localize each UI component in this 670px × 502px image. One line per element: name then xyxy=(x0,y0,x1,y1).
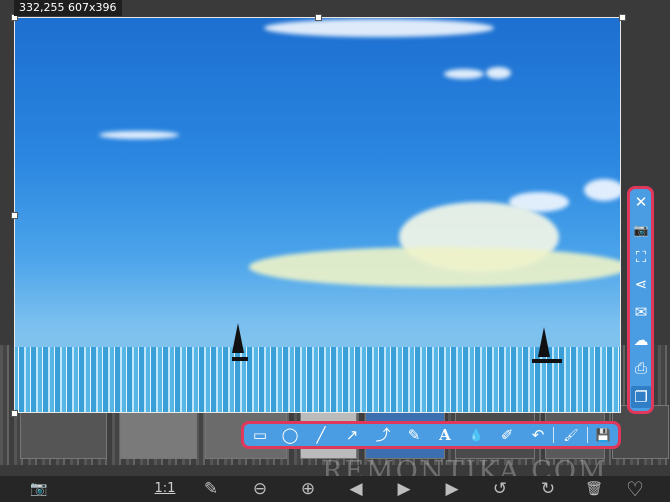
marker-icon: ✐ xyxy=(500,426,514,444)
floppy-icon: 💾 xyxy=(595,428,611,442)
viewer-bottom-bar: 📷 1:1 ✎ ⊖ ⊕ ◀ ▶ ▶ ↺ ↻ 🗑 ♡ xyxy=(0,476,670,502)
arrow-tool[interactable]: ↗ xyxy=(341,425,363,445)
cloud-upload-icon: ☁ xyxy=(633,331,649,349)
pencil-tool[interactable]: ✎ xyxy=(403,425,425,445)
resize-handle-top[interactable] xyxy=(315,14,322,21)
heart-icon: ♡ xyxy=(626,477,644,501)
curve-arrow-tool[interactable]: ⤴ xyxy=(372,425,394,445)
close-icon: ✕ xyxy=(634,193,648,211)
save-button[interactable]: 💾 xyxy=(592,425,614,445)
line-tool[interactable]: ╱ xyxy=(310,425,332,445)
curve-arrow-icon: ⤴ xyxy=(375,426,391,444)
text-tool[interactable]: A xyxy=(434,425,456,445)
zoom-in-icon: ⊕ xyxy=(300,479,316,499)
selection-frame xyxy=(14,17,621,413)
upload-button[interactable]: ☁ xyxy=(631,329,651,351)
resize-handle-left[interactable] xyxy=(11,212,18,219)
favorite-button[interactable]: ♡ xyxy=(622,478,648,500)
slideshow-icon: ▶ xyxy=(397,479,411,499)
resize-handle-top-right[interactable] xyxy=(619,14,626,21)
edit-button[interactable]: ✎ xyxy=(200,478,222,500)
blur-tool[interactable]: 💧 xyxy=(465,425,487,445)
camera-button[interactable]: 📷 xyxy=(631,219,651,241)
camera-icon: 📷 xyxy=(633,223,649,237)
undo-icon: ↶ xyxy=(531,426,545,444)
printer-icon: ⎙ xyxy=(634,359,647,377)
crop-button[interactable]: ⛶ xyxy=(631,246,651,268)
rectangle-icon: ▭ xyxy=(252,426,268,444)
action-toolbar: ✕ 📷 ⛶ ⋖ ✉ ☁ ⎙ ❐ xyxy=(627,186,654,414)
toolbar-divider xyxy=(553,427,554,443)
screenshot-button[interactable]: 📷 xyxy=(28,478,50,500)
copy-button[interactable]: ❐ xyxy=(631,386,651,408)
rotate-left-icon: ↺ xyxy=(492,479,508,499)
rotate-right-icon: ↻ xyxy=(540,479,556,499)
close-button[interactable]: ✕ xyxy=(631,191,651,213)
previous-button[interactable]: ◀ xyxy=(345,478,367,500)
thumbnail xyxy=(120,405,197,459)
ellipse-tool[interactable]: ◯ xyxy=(279,425,301,445)
drawing-toolbar: ▭ ◯ ╱ ↗ ⤴ ✎ A 💧 ✐ ↶ 🖌 💾 xyxy=(241,421,621,449)
slideshow-button[interactable]: ▶ xyxy=(393,478,415,500)
toolbar-divider xyxy=(587,427,588,443)
thumbnail xyxy=(20,405,107,459)
text-icon: A xyxy=(439,426,451,444)
pencil-icon: ✎ xyxy=(407,426,421,444)
line-icon: ╱ xyxy=(316,426,326,444)
next-button[interactable]: ▶ xyxy=(441,478,463,500)
share-button[interactable]: ⋖ xyxy=(631,273,651,295)
previous-icon: ◀ xyxy=(349,479,363,499)
rectangle-tool[interactable]: ▭ xyxy=(249,425,271,445)
rotate-left-button[interactable]: ↺ xyxy=(489,478,511,500)
undo-button[interactable]: ↶ xyxy=(527,425,549,445)
rotate-right-button[interactable]: ↻ xyxy=(537,478,559,500)
resize-handle-bottom-left[interactable] xyxy=(11,410,18,417)
ellipse-icon: ◯ xyxy=(281,426,299,444)
zoom-out-button[interactable]: ⊖ xyxy=(249,478,271,500)
crop-icon: ⛶ xyxy=(635,248,647,266)
trash-icon: 🗑 xyxy=(585,481,603,497)
zoom-in-button[interactable]: ⊕ xyxy=(297,478,319,500)
copy-icon: ❐ xyxy=(634,388,648,406)
zoom-out-icon: ⊖ xyxy=(252,479,268,499)
print-button[interactable]: ⎙ xyxy=(631,357,651,379)
arrow-icon: ↗ xyxy=(345,426,359,444)
brush-icon: 🖌 xyxy=(563,428,579,442)
email-button[interactable]: ✉ xyxy=(631,301,651,323)
delete-button[interactable]: 🗑 xyxy=(583,478,605,500)
actual-size-button[interactable]: 1:1 xyxy=(152,478,178,500)
share-icon: ⋖ xyxy=(634,275,648,293)
mail-icon: ✉ xyxy=(634,303,648,321)
next-icon: ▶ xyxy=(445,479,459,499)
selection-size-label: 332,255 607x396 xyxy=(14,0,122,16)
camera-icon: 📷 xyxy=(30,481,48,497)
edit-icon: ✎ xyxy=(203,479,219,499)
drop-icon: 💧 xyxy=(468,428,484,442)
color-button[interactable]: 🖌 xyxy=(560,425,582,445)
highlighter-tool[interactable]: ✐ xyxy=(496,425,518,445)
